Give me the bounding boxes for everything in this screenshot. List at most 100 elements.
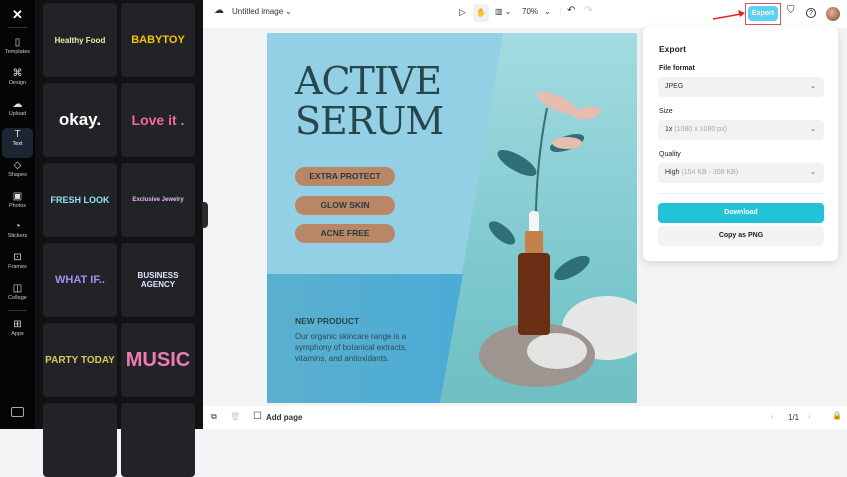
rail-item-label: Shapes xyxy=(8,172,27,178)
text-template-card[interactable]: MUSIC xyxy=(121,323,195,397)
shield-icon[interactable]: ⛉ xyxy=(787,5,795,16)
size-select[interactable]: 1x (1080 x 1080 px) ⌄ xyxy=(658,120,824,140)
export-button[interactable]: Export xyxy=(748,6,778,21)
document-title[interactable]: Untitled image xyxy=(232,7,283,16)
collage-icon: ◫ xyxy=(12,283,23,294)
size-label: Size xyxy=(659,108,673,115)
rail-item-upload[interactable]: ☁ Upload xyxy=(2,98,33,128)
rail-item-templates[interactable]: ▯ Templates xyxy=(2,36,33,66)
chevron-down-icon[interactable]: ⌄ xyxy=(285,7,292,16)
rail-item-shapes[interactable]: ◇ Shapes xyxy=(2,159,33,189)
lock-icon[interactable]: 🔒 xyxy=(832,411,842,420)
size-value: 1x xyxy=(665,126,673,133)
text-template-card[interactable]: WHAT IF.. xyxy=(43,243,117,317)
text-template-label: Love it . xyxy=(131,112,185,128)
photos-icon: ▣ xyxy=(12,191,23,202)
text-template-card[interactable] xyxy=(121,403,195,477)
rail-item-label: Templates xyxy=(4,49,31,55)
divider xyxy=(8,310,27,311)
text-template-label: Healthy Food xyxy=(54,35,106,45)
export-heading: Export xyxy=(659,44,686,54)
text-template-card[interactable]: BABYTOY xyxy=(121,3,195,77)
export-panel: Export File format JPEG ⌄ Size 1x (1080 x… xyxy=(643,27,838,261)
text-template-card[interactable]: BUSINESS AGENCY xyxy=(121,243,195,317)
text-template-card[interactable]: FRESH LOOK xyxy=(43,163,117,237)
rail-item-collage[interactable]: ◫ Collage xyxy=(2,282,33,312)
capcut-logo-icon[interactable]: ✕ xyxy=(9,7,26,22)
rail-item-label: Photos xyxy=(8,203,27,209)
zoom-level[interactable]: 70% xyxy=(522,7,538,16)
keyboard-icon[interactable] xyxy=(11,407,24,417)
text-template-card[interactable]: Love it . xyxy=(121,83,195,157)
text-template-card[interactable]: PARTY TODAY xyxy=(43,323,117,397)
divider xyxy=(658,193,824,194)
hand-tool-icon[interactable]: ✋ xyxy=(473,4,489,22)
divider xyxy=(8,27,27,28)
redo-icon[interactable]: ↷ xyxy=(584,5,592,16)
text-template-card[interactable]: okay. xyxy=(43,83,117,157)
text-template-card[interactable] xyxy=(43,403,117,477)
text-template-label: FRESH LOOK xyxy=(50,195,110,205)
text-icon: T xyxy=(14,129,21,140)
rail-item-label: Text xyxy=(12,141,23,147)
duplicate-page-icon[interactable]: ⧉ xyxy=(211,412,217,422)
stickers-icon: ◔ xyxy=(14,221,21,232)
rail-item-stickers[interactable]: ◔ Stickers xyxy=(2,220,33,250)
text-template-card[interactable]: Healthy Food xyxy=(43,3,117,77)
rail-item-label: Frames xyxy=(8,264,27,270)
prev-page-icon[interactable]: ‹ xyxy=(771,412,774,421)
design-canvas[interactable]: ACTIVE SERUM EXTRA PROTECT GLOW SKIN ACNE… xyxy=(267,33,637,403)
avatar[interactable] xyxy=(826,7,840,21)
quality-value: High xyxy=(665,169,680,176)
headline-line-1: ACTIVE xyxy=(295,59,442,103)
undo-icon[interactable]: ↶ xyxy=(567,5,575,16)
rail-item-frames[interactable]: ⊡ Frames xyxy=(2,251,33,281)
chevron-down-icon: ⌄ xyxy=(810,169,816,176)
cloud-save-icon[interactable]: ☁ xyxy=(214,5,224,16)
red-arrow-annotation xyxy=(712,10,745,20)
quality-select[interactable]: High (154 KB - 308 KB) ⌄ xyxy=(658,163,824,183)
size-detail: (1080 x 1080 px) xyxy=(674,126,727,133)
add-page-button[interactable]: Add page xyxy=(266,413,302,422)
rail-item-design[interactable]: ⌘ Design xyxy=(2,67,33,97)
next-page-icon[interactable]: › xyxy=(808,412,811,421)
rail-item-photos[interactable]: ▣ Photos xyxy=(2,190,33,220)
frames-icon: ⊡ xyxy=(13,252,22,263)
layout-icon[interactable]: ▥ ⌄ xyxy=(495,7,511,16)
file-format-select[interactable]: JPEG ⌄ xyxy=(658,77,824,97)
apps-icon: ⊞ xyxy=(13,319,22,330)
text-template-label: Exclusive Jewelry xyxy=(132,197,184,203)
feature-pill: EXTRA PROTECT xyxy=(295,167,395,186)
text-template-card[interactable]: Exclusive Jewelry xyxy=(121,163,195,237)
text-templates-panel: Healthy Food BABYTOY okay. Love it . FRESH L… xyxy=(35,0,203,477)
rail-item-apps[interactable]: ⊞ Apps xyxy=(2,318,33,348)
feature-pill: GLOW SKIN xyxy=(295,196,395,215)
headline: ACTIVE SERUM xyxy=(295,59,444,143)
zoom-chevron-icon[interactable]: ⌄ xyxy=(544,7,551,16)
chevron-down-icon: ⌄ xyxy=(810,83,816,90)
text-template-label: BABYTOY xyxy=(131,34,185,46)
quality-detail: (154 KB - 308 KB) xyxy=(681,169,739,176)
file-format-label: File format xyxy=(659,65,695,72)
upload-icon: ☁ xyxy=(12,99,23,110)
add-page-icon[interactable]: ☐ xyxy=(253,411,262,422)
text-template-label: WHAT IF.. xyxy=(55,274,105,286)
headline-line-2: SERUM xyxy=(295,99,444,143)
rail-item-label: Apps xyxy=(11,331,24,337)
collapse-panel-handle[interactable] xyxy=(202,202,208,228)
shapes-icon: ◇ xyxy=(13,160,22,171)
text-template-label: PARTY TODAY xyxy=(45,354,115,366)
help-icon[interactable]: ? xyxy=(806,8,816,18)
product-description: Our organic skincare range is a symphony… xyxy=(295,332,408,363)
rail-item-label: Collage xyxy=(8,295,27,301)
delete-icon[interactable]: 🗑 xyxy=(230,412,240,421)
download-button[interactable]: Download xyxy=(658,203,824,223)
copy-as-png-button[interactable]: Copy as PNG xyxy=(658,226,824,246)
new-product-label: NEW PRODUCT xyxy=(295,316,360,326)
text-template-label: okay. xyxy=(58,110,102,129)
quality-label: Quality xyxy=(659,151,681,158)
rail-item-text[interactable]: T Text xyxy=(2,128,33,158)
select-tool-icon[interactable]: ▷ xyxy=(459,7,466,18)
rail-item-label: Upload xyxy=(8,111,27,117)
templates-icon: ▯ xyxy=(14,37,21,48)
